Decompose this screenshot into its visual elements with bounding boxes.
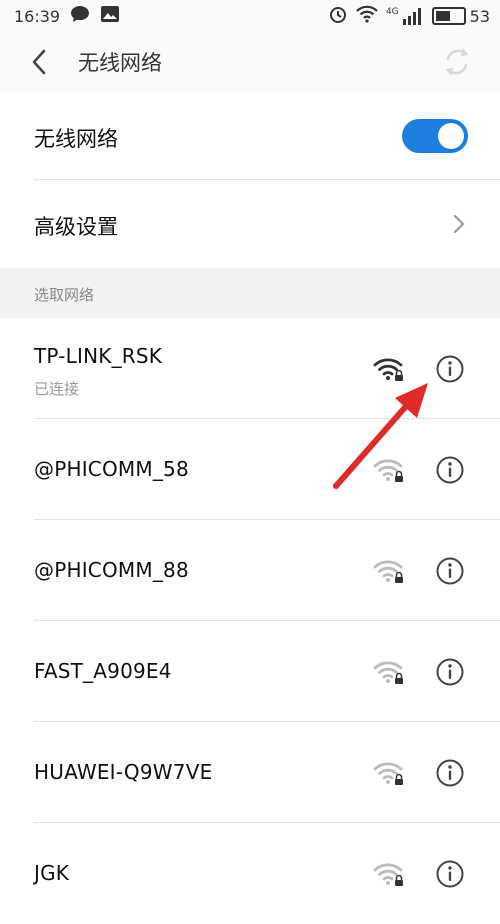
network-ssid: HUAWEI-Q9W7VE <box>34 760 213 784</box>
network-ssid: FAST_A909E4 <box>34 659 172 683</box>
info-icon[interactable] <box>435 455 465 485</box>
network-status: 已连接 <box>34 380 80 398</box>
alarm-icon <box>328 4 348 28</box>
network-ssid: @PHICOMM_88 <box>34 558 189 582</box>
network-type-label: 4G <box>385 7 399 17</box>
wifi-lock-icon <box>373 459 403 482</box>
status-time: 16:39 <box>14 6 61 26</box>
network-ssid: JGK <box>34 861 70 885</box>
message-icon <box>70 5 90 27</box>
wifi-toggle-label: 无线网络 <box>34 127 118 151</box>
wifi-lock-icon <box>373 863 403 886</box>
network-ssid: @PHICOMM_58 <box>34 457 189 481</box>
page-title: 无线网络 <box>78 51 162 75</box>
wifi-lock-icon <box>373 560 403 583</box>
refresh-button[interactable] <box>442 47 472 77</box>
status-bar: 16:39 4G 53 <box>0 0 500 32</box>
network-item[interactable]: FAST_A909E4 <box>0 621 500 722</box>
battery-indicator: 53 <box>431 6 490 26</box>
info-icon[interactable] <box>435 859 465 889</box>
battery-percent: 53 <box>469 6 490 26</box>
wifi-toggle-switch[interactable] <box>402 119 468 153</box>
chevron-left-icon <box>32 49 46 75</box>
wifi-status-icon <box>356 5 378 27</box>
network-item[interactable]: HUAWEI-Q9W7VE <box>0 722 500 823</box>
info-icon[interactable] <box>435 758 465 788</box>
network-item[interactable]: JGK <box>0 823 500 924</box>
toolbar: 无线网络 <box>0 32 500 93</box>
chevron-right-icon <box>453 214 465 234</box>
info-icon[interactable] <box>435 657 465 687</box>
advanced-settings-row[interactable]: 高级设置 <box>0 180 500 268</box>
wifi-toggle-row[interactable]: 无线网络 <box>0 92 500 180</box>
info-icon[interactable] <box>435 556 465 586</box>
wifi-lock-icon <box>373 661 403 684</box>
info-icon[interactable] <box>435 354 465 384</box>
advanced-settings-label: 高级设置 <box>34 215 118 239</box>
network-item[interactable]: @PHICOMM_58 <box>0 419 500 520</box>
section-title: 选取网络 <box>34 286 95 304</box>
network-item[interactable]: TP-LINK_RSK 已连接 <box>0 318 500 419</box>
network-item[interactable]: @PHICOMM_88 <box>0 520 500 621</box>
image-icon <box>100 5 120 27</box>
back-button[interactable] <box>26 49 52 75</box>
network-ssid: TP-LINK_RSK <box>34 344 163 368</box>
battery-icon <box>431 7 466 25</box>
refresh-icon <box>445 48 469 76</box>
wifi-lock-icon <box>373 762 403 785</box>
wifi-lock-icon <box>373 358 403 381</box>
section-header: 选取网络 <box>0 268 500 318</box>
cellular-signal-icon: 4G <box>386 7 424 25</box>
toggle-knob <box>438 123 464 149</box>
